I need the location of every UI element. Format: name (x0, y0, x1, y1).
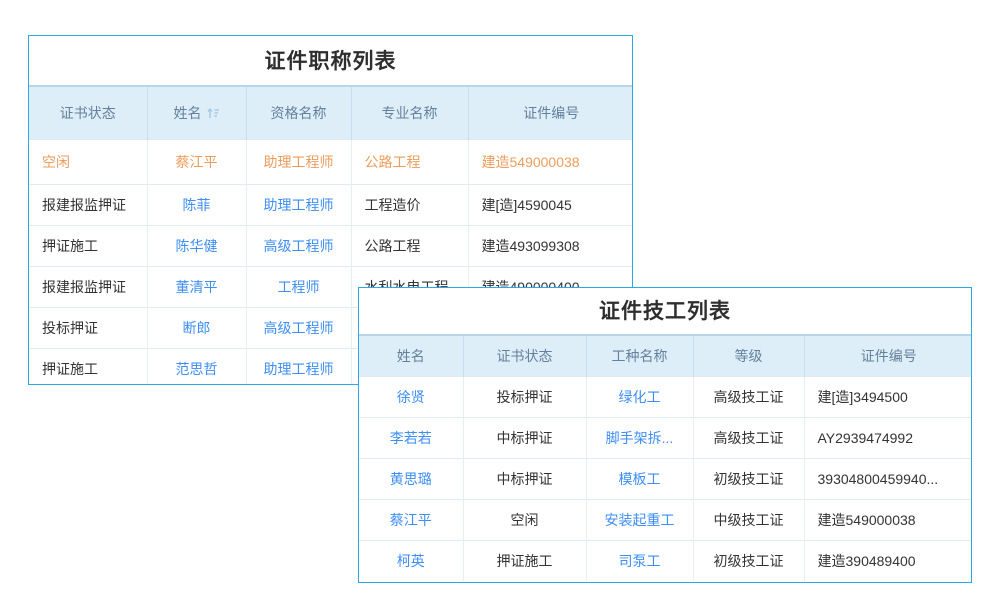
job-type-link[interactable]: 脚手架拆... (586, 417, 693, 458)
cert-status-cell: 押证施工 (29, 225, 147, 266)
column-header-job-type: 工种名称 (586, 336, 693, 376)
cert-no-cell: 建[造]3494500 (804, 376, 972, 417)
name-link[interactable]: 陈菲 (147, 184, 246, 225)
title-table-heading: 证件职称列表 (29, 36, 632, 87)
name-link[interactable]: 董清平 (147, 266, 246, 307)
level-cell: 中级技工证 (693, 499, 804, 540)
column-header-level: 等级 (693, 336, 804, 376)
cert-no-cell: 建造549000038 (804, 499, 972, 540)
column-header-name: 姓名 (359, 336, 463, 376)
name-link[interactable]: 蔡江平 (359, 499, 463, 540)
table-row: 蔡江平 空闲 安装起重工 中级技工证 建造549000038 (359, 499, 972, 540)
cert-status-cell: 押证施工 (463, 540, 586, 581)
table-row: 押证施工 陈华健 高级工程师 公路工程 建造493099308 (29, 225, 633, 266)
cert-no-cell: AY2939474992 (804, 417, 972, 458)
level-cell: 初级技工证 (693, 458, 804, 499)
qualification-link[interactable]: 高级工程师 (246, 307, 351, 348)
level-cell: 高级技工证 (693, 417, 804, 458)
qualification-link[interactable]: 工程师 (246, 266, 351, 307)
column-header-cert-status: 证书状态 (463, 336, 586, 376)
column-header-qualification: 资格名称 (246, 87, 351, 139)
table-row: 空闲 蔡江平 助理工程师 公路工程 建造549000038 (29, 139, 633, 184)
column-header-cert-no: 证件编号 (468, 87, 633, 139)
job-type-link[interactable]: 模板工 (586, 458, 693, 499)
worker-cert-table-card: 证件技工列表 姓名 证书状态 工种名称 等级 证件编号 徐贤 投标押证 绿化工 … (358, 287, 972, 583)
cert-status-cell: 投标押证 (463, 376, 586, 417)
name-link[interactable]: 徐贤 (359, 376, 463, 417)
job-type-link[interactable]: 司泵工 (586, 540, 693, 581)
worker-cert-table: 姓名 证书状态 工种名称 等级 证件编号 徐贤 投标押证 绿化工 高级技工证 建… (359, 336, 972, 581)
cert-status-cell: 投标押证 (29, 307, 147, 348)
cert-no-cell: 建造549000038 (468, 139, 633, 184)
table-row: 柯英 押证施工 司泵工 初级技工证 建造390489400 (359, 540, 972, 581)
cert-status-cell: 报建报监押证 (29, 266, 147, 307)
title-table-header-row: 证书状态 姓名 资格名称 专业名称 证件编号 (29, 87, 633, 139)
worker-table-header-row: 姓名 证书状态 工种名称 等级 证件编号 (359, 336, 972, 376)
cert-no-cell: 建造390489400 (804, 540, 972, 581)
table-row: 报建报监押证 陈菲 助理工程师 工程造价 建[造]4590045 (29, 184, 633, 225)
qualification-link[interactable]: 高级工程师 (246, 225, 351, 266)
level-cell: 初级技工证 (693, 540, 804, 581)
cert-status-cell: 空闲 (29, 139, 147, 184)
job-type-link[interactable]: 绿化工 (586, 376, 693, 417)
name-link[interactable]: 李若若 (359, 417, 463, 458)
column-header-cert-status: 证书状态 (29, 87, 147, 139)
table-row: 李若若 中标押证 脚手架拆... 高级技工证 AY2939474992 (359, 417, 972, 458)
cert-status-cell: 空闲 (463, 499, 586, 540)
major-cell: 公路工程 (351, 225, 468, 266)
qualification-link[interactable]: 助理工程师 (246, 139, 351, 184)
job-type-link[interactable]: 安装起重工 (586, 499, 693, 540)
name-link[interactable]: 蔡江平 (147, 139, 246, 184)
cert-no-cell: 建造493099308 (468, 225, 633, 266)
column-header-cert-no: 证件编号 (804, 336, 972, 376)
cert-no-cell: 建[造]4590045 (468, 184, 633, 225)
table-row: 黄思璐 中标押证 模板工 初级技工证 39304800459940... (359, 458, 972, 499)
name-link[interactable]: 陈华健 (147, 225, 246, 266)
qualification-link[interactable]: 助理工程师 (246, 184, 351, 225)
cert-status-cell: 押证施工 (29, 348, 147, 385)
major-cell: 公路工程 (351, 139, 468, 184)
cert-status-cell: 中标押证 (463, 417, 586, 458)
qualification-link[interactable]: 助理工程师 (246, 348, 351, 385)
cert-status-cell: 报建报监押证 (29, 184, 147, 225)
name-link[interactable]: 柯英 (359, 540, 463, 581)
name-link[interactable]: 范思哲 (147, 348, 246, 385)
level-cell: 高级技工证 (693, 376, 804, 417)
cert-no-cell: 39304800459940... (804, 458, 972, 499)
table-row: 徐贤 投标押证 绿化工 高级技工证 建[造]3494500 (359, 376, 972, 417)
sort-icon[interactable] (207, 106, 220, 122)
cert-status-cell: 中标押证 (463, 458, 586, 499)
name-link[interactable]: 断郎 (147, 307, 246, 348)
name-link[interactable]: 黄思璐 (359, 458, 463, 499)
worker-table-heading: 证件技工列表 (359, 288, 971, 336)
major-cell: 工程造价 (351, 184, 468, 225)
column-header-major: 专业名称 (351, 87, 468, 139)
column-header-name[interactable]: 姓名 (147, 87, 246, 139)
